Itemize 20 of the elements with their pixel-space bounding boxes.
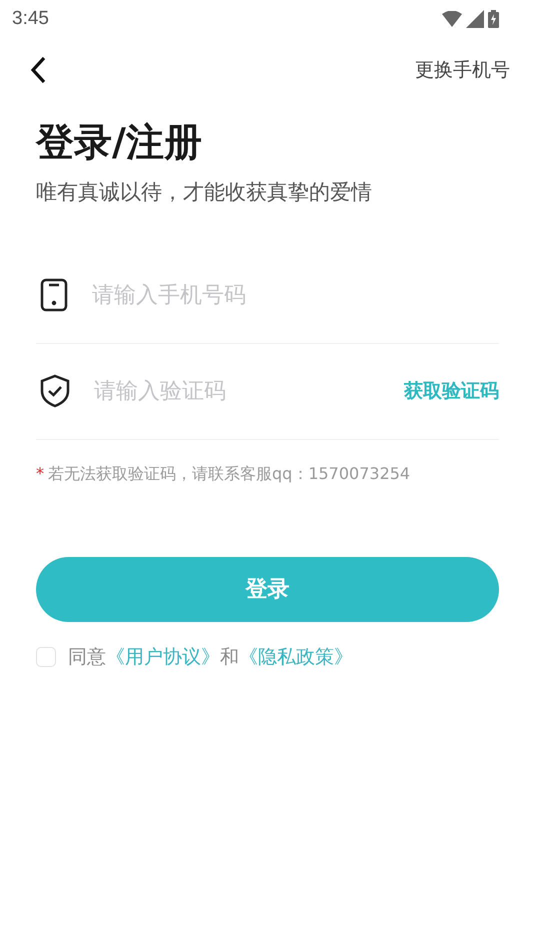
shield-check-icon (40, 374, 70, 408)
battery-icon (488, 10, 499, 28)
privacy-policy-link[interactable]: 《隐私政策》 (239, 646, 353, 668)
agreement-checkbox[interactable] (36, 646, 56, 667)
change-phone-link[interactable]: 更换手机号 (415, 57, 510, 83)
wifi-icon (442, 11, 462, 27)
input-field[interactable]: 请输入手机号码 (90, 282, 499, 309)
required-mark: * (36, 464, 44, 485)
signal-icon (466, 10, 484, 28)
agreement-text: 同意《用户协议》和《隐私政策》 (68, 644, 353, 670)
page-title: 登录/注册 (36, 120, 203, 166)
input-field[interactable]: 请输入验证码 (92, 378, 382, 405)
hint-text: 若无法获取验证码，请联系客服qq：1570073254 (48, 464, 410, 485)
back-icon[interactable] (30, 56, 46, 84)
user-agreement-link[interactable]: 《用户协议》 (106, 646, 220, 668)
phone-icon (40, 278, 68, 312)
status-time: 3:45 (12, 8, 49, 30)
login-button[interactable]: 登录 (36, 556, 499, 622)
subtitle: 唯有真诚以待，才能收获真挚的爱情 (36, 178, 373, 206)
get-code-button[interactable]: 获取验证码 (404, 378, 499, 404)
